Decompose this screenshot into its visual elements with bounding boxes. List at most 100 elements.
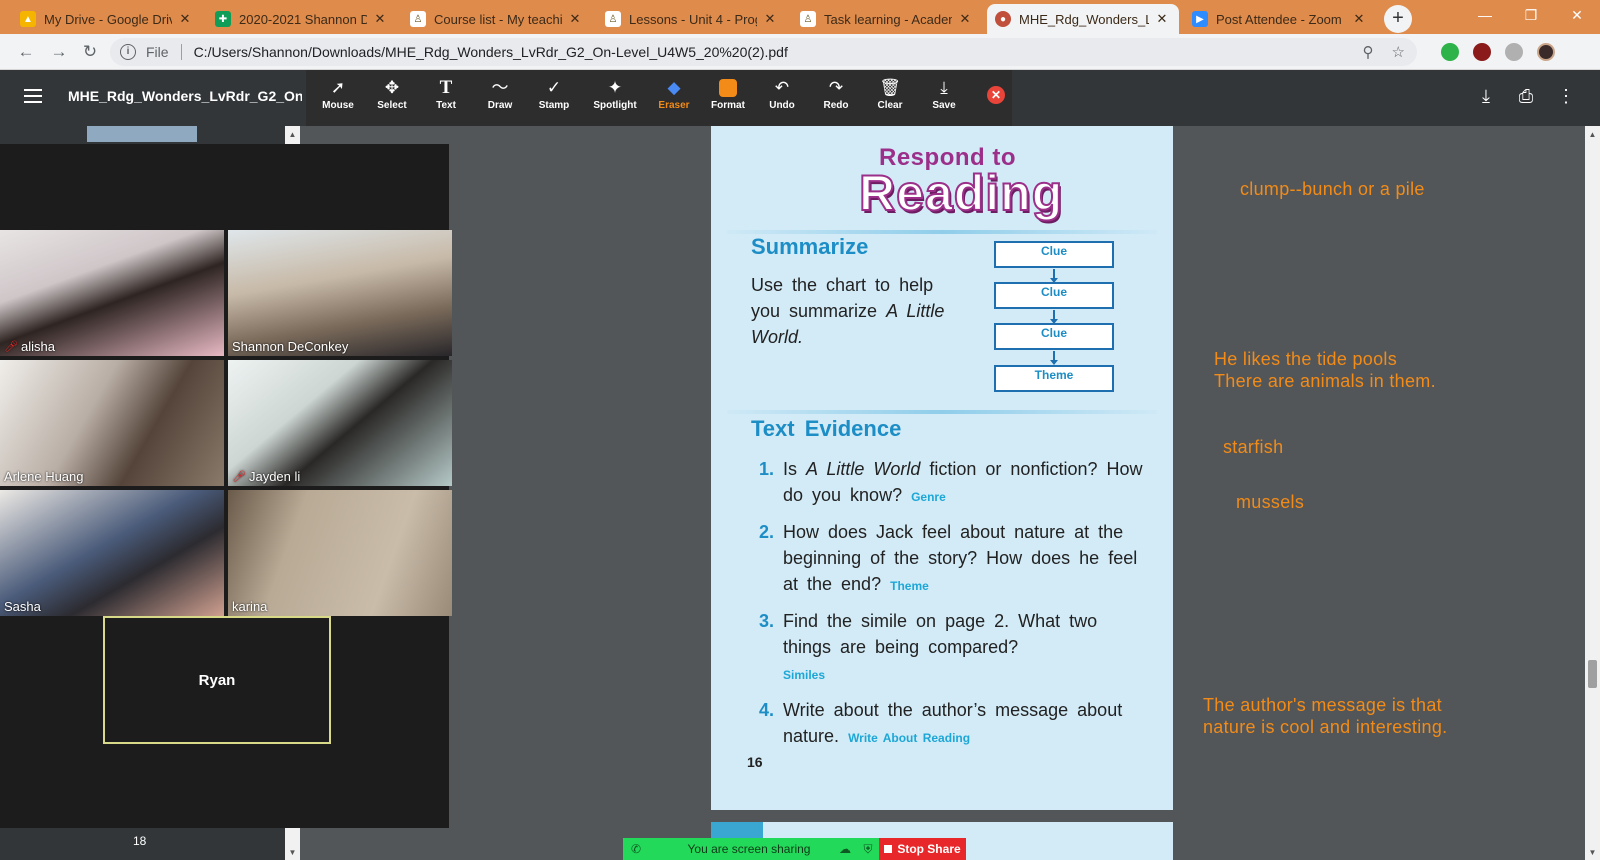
- url-text[interactable]: C:/Users/Shannon/Downloads/MHE_Rdg_Wonde…: [194, 44, 788, 60]
- page-header-strip: [711, 822, 763, 838]
- extension-green-icon[interactable]: [1441, 43, 1459, 61]
- down-arrow-icon: [1050, 310, 1058, 324]
- tab-pdf-active[interactable]: ● MHE_Rdg_Wonders_LvR ✕: [987, 4, 1179, 34]
- tool-draw[interactable]: 〜 Draw: [472, 76, 528, 111]
- annotation-note-starfish[interactable]: starfish: [1223, 436, 1283, 458]
- tool-eraser[interactable]: ◆ Eraser: [646, 76, 702, 111]
- tab-task-learning[interactable]: ♙ Task learning - Academy ✕: [792, 4, 982, 34]
- close-icon[interactable]: ✕: [176, 11, 194, 27]
- tool-redo[interactable]: ↷ Redo: [808, 76, 864, 111]
- stop-share-button[interactable]: Stop Share: [879, 838, 966, 860]
- ublock-icon[interactable]: [1473, 43, 1491, 61]
- annotation-line: He likes the tide pools: [1214, 349, 1397, 369]
- tab-course-list[interactable]: ♙ Course list - My teaching ✕: [402, 4, 592, 34]
- annotation-note-author-message[interactable]: The author's message is that nature is c…: [1203, 694, 1447, 738]
- menu-icon[interactable]: [24, 89, 42, 103]
- close-window-button[interactable]: ✕: [1554, 0, 1600, 30]
- scroll-down-icon[interactable]: ▼: [1585, 848, 1600, 857]
- thumbnail-page-number: 18: [133, 834, 147, 848]
- trash-icon: 🗑: [879, 78, 901, 97]
- tab-label: Post Attendee - Zoom: [1216, 11, 1342, 27]
- tool-label: Spotlight: [593, 100, 637, 111]
- format-swatch-icon: [719, 79, 737, 97]
- zoom-magnifier-icon[interactable]: ⚲: [1363, 43, 1374, 61]
- document-scrollbar[interactable]: ▲ ▼: [1585, 126, 1600, 860]
- avatar[interactable]: [1537, 43, 1555, 61]
- video-tile-jayden[interactable]: 🎤︎ Jayden li: [228, 360, 452, 486]
- url-scheme: File: [146, 44, 169, 60]
- muted-mic-icon: 🎤︎: [4, 341, 18, 353]
- scroll-up-icon[interactable]: ▲: [285, 130, 300, 139]
- annotation-line: There are animals in them.: [1214, 371, 1436, 391]
- scroll-down-icon[interactable]: ▼: [285, 848, 300, 857]
- close-annotation-icon[interactable]: ✕: [987, 86, 1005, 104]
- close-icon[interactable]: ✕: [956, 11, 974, 27]
- annotation-toolbar: ➚ Mouse ✥ Select T Text 〜 Draw ✓ Stamp ✦…: [306, 70, 1012, 126]
- heading-reading: Reading: [858, 164, 1064, 222]
- reload-icon[interactable]: ↻: [80, 42, 100, 62]
- print-icon[interactable]: ⎙: [1514, 86, 1538, 107]
- share-status[interactable]: ✆ You are screen sharing ☁ ⛨: [623, 838, 879, 860]
- new-tab-button[interactable]: +: [1384, 5, 1412, 33]
- phone-icon: ✆: [631, 842, 642, 856]
- question-text: Find the simile on page 2. What two thin…: [783, 611, 1098, 657]
- annotation-note-mussels[interactable]: mussels: [1236, 491, 1304, 513]
- annotation-note-tide-pools[interactable]: He likes the tide pools There are animal…: [1214, 348, 1436, 392]
- divider: [727, 410, 1157, 414]
- google-drive-icon: ▲: [20, 11, 36, 27]
- scrollbar-thumb[interactable]: [1588, 660, 1597, 688]
- active-speaker-tile[interactable]: Ryan: [103, 616, 331, 744]
- forward-icon[interactable]: →: [49, 42, 69, 62]
- maximize-button[interactable]: ❐: [1508, 0, 1554, 30]
- tool-select[interactable]: ✥ Select: [364, 76, 420, 111]
- tool-text[interactable]: T Text: [418, 76, 474, 111]
- tool-label: Redo: [823, 100, 849, 111]
- tab-sheets[interactable]: ✚ 2020-2021 Shannon DeC ✕: [207, 4, 397, 34]
- save-icon: ⤓: [940, 78, 948, 97]
- video-tile-alisha[interactable]: 🎤︎ alisha: [0, 230, 224, 356]
- close-icon[interactable]: ✕: [1153, 11, 1171, 27]
- pdf-icon: ●: [995, 11, 1011, 27]
- info-icon[interactable]: i: [120, 44, 136, 60]
- tab-zoom[interactable]: ▶ Post Attendee - Zoom ✕: [1184, 4, 1376, 34]
- tool-undo[interactable]: ↶ Undo: [754, 76, 810, 111]
- tool-format[interactable]: Format: [700, 76, 756, 111]
- tool-spotlight[interactable]: ✦ Spotlight: [584, 76, 646, 111]
- pdf-page: Respond to Reading Summarize Use the cha…: [711, 126, 1173, 810]
- close-icon[interactable]: ✕: [371, 11, 389, 27]
- close-icon[interactable]: ✕: [1350, 11, 1368, 27]
- tool-clear[interactable]: 🗑 Clear: [862, 76, 918, 111]
- video-tile-shannon[interactable]: Shannon DeConkey: [228, 230, 452, 356]
- video-tile-sasha[interactable]: Sasha: [0, 490, 224, 616]
- video-tile-karina[interactable]: karina: [228, 490, 452, 616]
- page-number: 16: [747, 754, 763, 770]
- question-tag: Genre: [911, 490, 946, 504]
- minimize-button[interactable]: —: [1462, 0, 1508, 30]
- school-icon: ♙: [800, 11, 816, 27]
- tab-google-drive[interactable]: ▲ My Drive - Google Drive ✕: [12, 4, 202, 34]
- question-1: 1. Is A Little World fiction or nonficti…: [751, 456, 1143, 508]
- tool-stamp[interactable]: ✓ Stamp: [526, 76, 582, 111]
- tool-label: Select: [377, 100, 407, 111]
- annotation-note-clump[interactable]: clump--bunch or a pile: [1240, 178, 1425, 200]
- page-thumbnail[interactable]: [87, 126, 197, 142]
- download-icon[interactable]: ⤓: [1474, 86, 1498, 107]
- question-text: Is: [783, 459, 807, 479]
- close-icon[interactable]: ✕: [761, 11, 779, 27]
- omnibox[interactable]: i File C:/Users/Shannon/Downloads/MHE_Rd…: [110, 38, 1417, 66]
- tool-mouse[interactable]: ➚ Mouse: [310, 76, 366, 111]
- bookmark-star-icon[interactable]: ☆: [1392, 43, 1405, 61]
- annotation-line: nature is cool and interesting.: [1203, 717, 1448, 737]
- participant-name: Ryan: [198, 671, 236, 689]
- extension-puzzle-icon[interactable]: [1505, 43, 1523, 61]
- more-vert-icon[interactable]: ⋮: [1554, 86, 1578, 107]
- redo-icon: ↷: [828, 78, 844, 97]
- close-icon[interactable]: ✕: [566, 11, 584, 27]
- scroll-up-icon[interactable]: ▲: [1585, 130, 1600, 139]
- video-tile-arlene[interactable]: Arlene Huang: [0, 360, 224, 486]
- stamp-icon: ✓: [546, 78, 562, 97]
- back-icon[interactable]: ←: [16, 42, 36, 62]
- tool-save[interactable]: ⤓ Save: [916, 76, 972, 111]
- tool-label: Stamp: [538, 100, 570, 111]
- tab-lessons[interactable]: ♙ Lessons - Unit 4 - Progra ✕: [597, 4, 787, 34]
